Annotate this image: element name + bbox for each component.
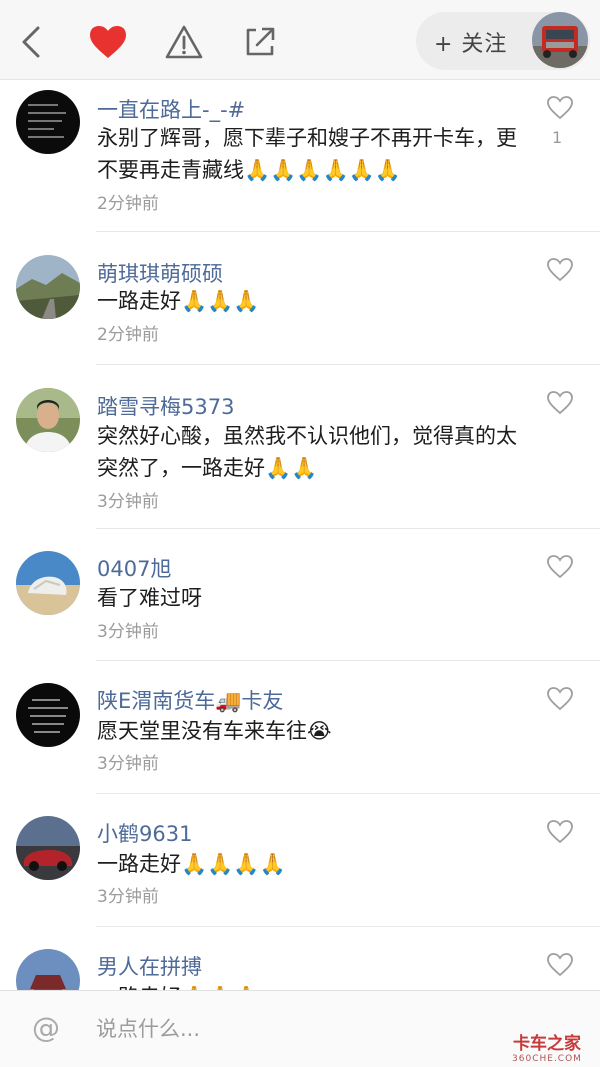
comment-time: 3分钟前 (97, 622, 159, 642)
heart-filled-icon (90, 26, 126, 58)
comment-text: 突然好心酸，虽然我不认识他们，觉得真的太突然了，一路走好🙏🙏 (97, 424, 517, 480)
divider (96, 926, 600, 927)
comment-text: 一路走好🙏🙏🙏🙏 (97, 852, 286, 876)
comment-time: 3分钟前 (97, 492, 159, 512)
divider (96, 793, 600, 794)
comment-time: 3分钟前 (97, 754, 159, 774)
comment-text: 一路走好🙏🙏🙏 (97, 289, 260, 313)
watermark-text: 卡车之家 (513, 1034, 581, 1054)
comment-list[interactable]: 一直在路上-_-# 永别了辉哥，愿下辈子和嫂子不再开卡车，更不要再走青藏线🙏🙏🙏… (0, 80, 600, 990)
avatar[interactable] (16, 551, 80, 615)
warning-icon (165, 25, 203, 59)
comment-text: 愿天堂里没有车来车往😭 (97, 719, 332, 743)
comment-text: 永别了辉哥，愿下辈子和嫂子不再开卡车，更不要再走青藏线🙏🙏🙏🙏🙏🙏 (97, 126, 517, 182)
comment-time: 3分钟前 (97, 887, 159, 907)
avatar[interactable] (16, 90, 80, 154)
at-icon[interactable]: @ (32, 1011, 60, 1044)
follow-button[interactable]: + 关注 (416, 12, 590, 70)
comment-input[interactable] (96, 1013, 476, 1045)
comment-author[interactable]: 一直在路上-_-# (97, 94, 245, 124)
comment-author[interactable]: 0407旭 (97, 553, 171, 583)
heart-outline-icon[interactable] (546, 389, 574, 417)
back-button[interactable] (10, 20, 54, 64)
author-avatar[interactable] (532, 12, 588, 68)
comment-text: 一路走好🙏🙏🙏 (97, 981, 517, 990)
avatar[interactable] (16, 683, 80, 747)
comment-author[interactable]: 萌琪琪萌硕硕 (97, 258, 223, 288)
comment-bar: @ 卡车之家 360CHE.COM (0, 990, 600, 1067)
heart-outline-icon[interactable] (546, 818, 574, 846)
avatar[interactable] (16, 255, 80, 319)
comment-author[interactable]: 小鹤9631 (97, 818, 192, 848)
watermark-logo: 卡车之家 360CHE.COM (502, 1029, 592, 1064)
watermark-subtext: 360CHE.COM (512, 1054, 582, 1064)
like-count: 1 (552, 128, 563, 147)
comment-author[interactable]: 陕E渭南货车🚚卡友 (97, 685, 283, 715)
avatar[interactable] (16, 388, 80, 452)
comment-time: 2分钟前 (97, 194, 159, 214)
avatar[interactable] (16, 949, 80, 990)
follow-label: + 关注 (434, 32, 508, 57)
divider (96, 364, 600, 365)
share-button[interactable] (238, 20, 282, 64)
comment-time: 2分钟前 (97, 325, 159, 345)
avatar[interactable] (16, 816, 80, 880)
divider (96, 660, 600, 661)
heart-outline-icon[interactable] (546, 94, 574, 122)
comment-author[interactable]: 男人在拼搏 (97, 951, 202, 981)
share-icon (246, 27, 275, 56)
like-post-button[interactable] (86, 20, 130, 64)
heart-outline-icon[interactable] (546, 553, 574, 581)
divider (96, 528, 600, 529)
chevron-left-icon (22, 26, 40, 58)
divider (96, 231, 600, 232)
top-bar: + 关注 (0, 0, 600, 80)
heart-outline-icon[interactable] (546, 951, 574, 979)
comment-author[interactable]: 踏雪寻梅5373 (97, 391, 234, 421)
comment-text: 看了难过呀 (97, 586, 202, 610)
heart-outline-icon[interactable] (546, 256, 574, 284)
report-button[interactable] (162, 20, 206, 64)
heart-outline-icon[interactable] (546, 685, 574, 713)
